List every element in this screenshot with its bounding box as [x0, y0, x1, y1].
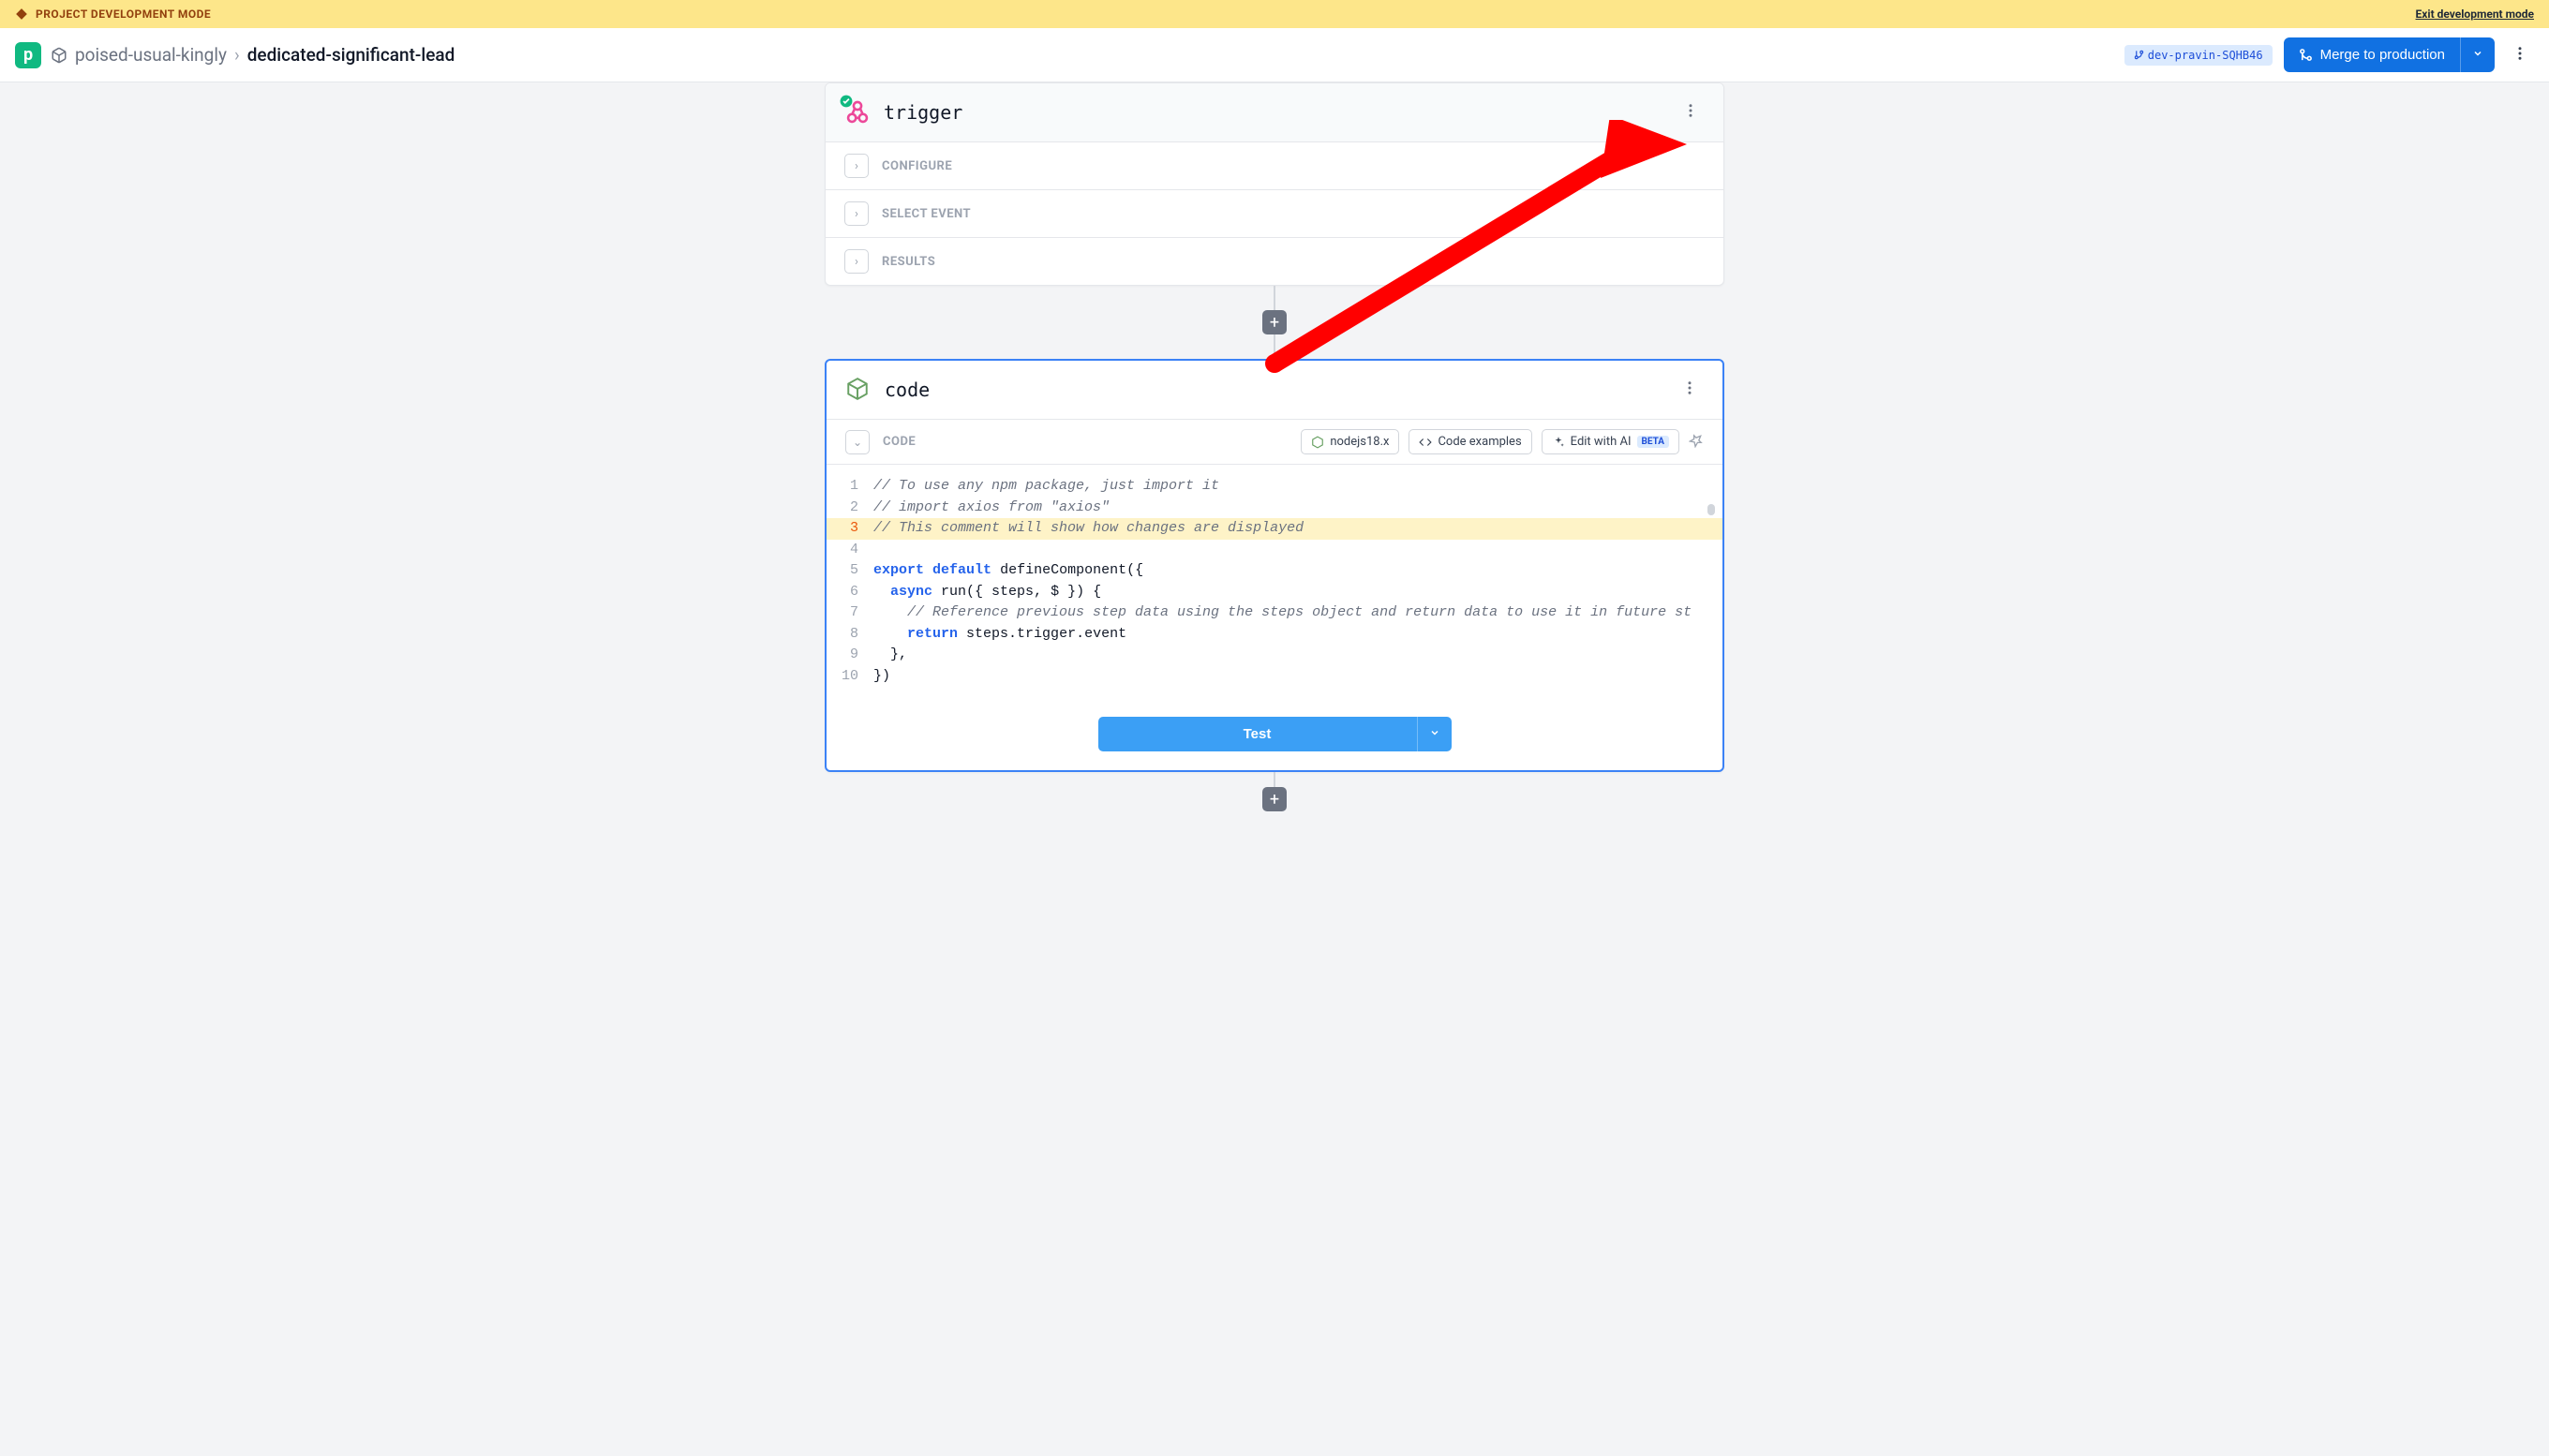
chevron-down-icon [2472, 48, 2483, 59]
dev-mode-icon [15, 7, 28, 21]
code-toolbar: ⌄ CODE nodejs18.x Code examples Edit wit… [827, 420, 1722, 465]
trigger-title: trigger [884, 101, 962, 124]
nodejs-icon [845, 377, 872, 403]
runtime-selector[interactable]: nodejs18.x [1301, 429, 1399, 454]
chevron-down-icon [1429, 727, 1440, 738]
test-dropdown-button[interactable] [1417, 717, 1452, 751]
collapse-code-button[interactable]: ⌄ [845, 430, 870, 454]
git-merge-icon [2299, 48, 2313, 62]
code-line[interactable]: 4 [827, 540, 1722, 561]
step-connector [1274, 286, 1275, 312]
scrollbar-indicator [1707, 504, 1715, 515]
nodejs-icon [1311, 436, 1324, 449]
expand-configure-button[interactable]: › [844, 154, 869, 178]
dev-mode-label: PROJECT DEVELOPMENT MODE [15, 7, 211, 21]
git-branch-icon [2134, 50, 2144, 60]
cube-icon [51, 47, 67, 64]
code-line[interactable]: 1// To use any npm package, just import … [827, 476, 1722, 498]
webhook-icon [844, 99, 871, 126]
kebab-icon [2512, 45, 2528, 62]
logo[interactable]: p [15, 42, 41, 68]
exit-dev-mode-link[interactable]: Exit development mode [2416, 7, 2534, 21]
expand-select-event-button[interactable]: › [844, 201, 869, 226]
merge-dropdown-button[interactable] [2460, 37, 2495, 72]
code-line[interactable]: 6 async run({ steps, $ }) { [827, 582, 1722, 603]
select-event-section[interactable]: › SELECT EVENT [826, 189, 1723, 237]
code-step-card: code ⌄ CODE nodejs18.x Code examples [825, 359, 1724, 772]
code-title: code [885, 379, 930, 401]
kebab-icon [1681, 379, 1698, 396]
sparkle-icon [1552, 436, 1565, 449]
code-header[interactable]: code [827, 361, 1722, 420]
trigger-step-card: trigger › CONFIGURE › SELECT EVENT › RES… [825, 82, 1724, 286]
code-line[interactable]: 7 // Reference previous step data using … [827, 602, 1722, 624]
breadcrumb-current: dedicated-significant-lead [247, 44, 455, 66]
code-editor[interactable]: 1// To use any npm package, just import … [827, 465, 1722, 698]
beta-badge: BETA [1637, 436, 1670, 448]
code-icon [1419, 436, 1432, 449]
breadcrumb: poised-usual-kingly › dedicated-signific… [51, 44, 455, 66]
test-button[interactable]: Test [1098, 717, 1417, 751]
merge-to-production-button[interactable]: Merge to production [2284, 37, 2460, 72]
trigger-menu-button[interactable] [1677, 97, 1705, 128]
code-menu-button[interactable] [1676, 374, 1704, 406]
results-section[interactable]: › RESULTS [826, 237, 1723, 285]
edit-with-ai-button[interactable]: Edit with AI BETA [1542, 429, 1679, 454]
code-line[interactable]: 3// This comment will show how changes a… [827, 518, 1722, 540]
dev-mode-banner: PROJECT DEVELOPMENT MODE Exit developmen… [0, 0, 2549, 28]
pin-icon [1689, 433, 1704, 448]
add-step-button[interactable]: + [1262, 787, 1287, 811]
branch-badge[interactable]: dev-pravin-SQHB46 [2124, 45, 2273, 66]
code-examples-button[interactable]: Code examples [1409, 429, 1531, 454]
kebab-icon [1682, 102, 1699, 119]
configure-section[interactable]: › CONFIGURE [826, 142, 1723, 189]
breadcrumb-parent[interactable]: poised-usual-kingly [75, 44, 227, 66]
header: p poised-usual-kingly › dedicated-signif… [0, 28, 2549, 82]
code-line[interactable]: 2// import axios from "axios" [827, 498, 1722, 519]
header-menu-button[interactable] [2506, 39, 2534, 71]
pin-button[interactable] [1689, 433, 1704, 452]
code-section-label: CODE [883, 435, 916, 449]
breadcrumb-separator: › [234, 44, 240, 66]
workflow-canvas: trigger › CONFIGURE › SELECT EVENT › RES… [0, 82, 2549, 830]
expand-results-button[interactable]: › [844, 249, 869, 274]
add-step-button[interactable]: + [1262, 310, 1287, 334]
code-line[interactable]: 5export default defineComponent({ [827, 560, 1722, 582]
code-line[interactable]: 9 }, [827, 645, 1722, 666]
trigger-header[interactable]: trigger [826, 83, 1723, 142]
step-connector [1274, 333, 1275, 359]
code-line[interactable]: 8 return steps.trigger.event [827, 624, 1722, 646]
code-line[interactable]: 10}) [827, 666, 1722, 688]
